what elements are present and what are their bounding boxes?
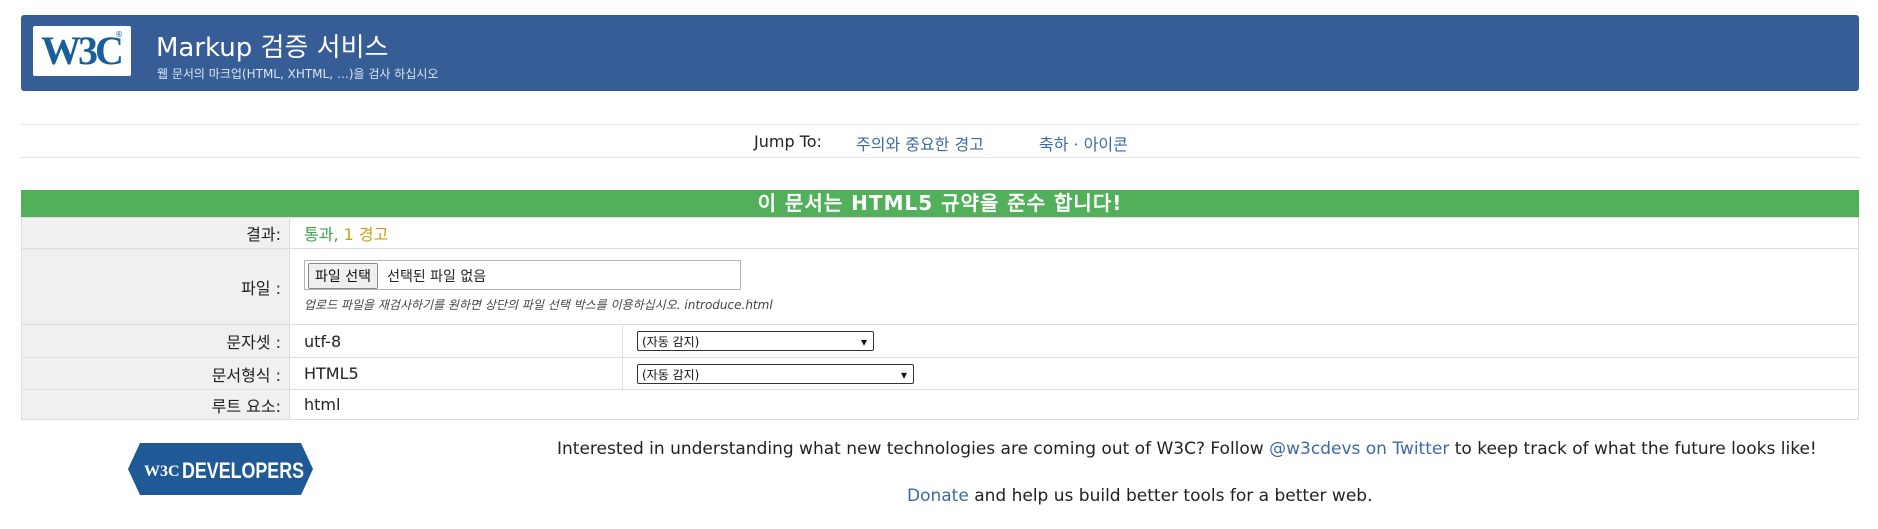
root-value: html [289, 389, 1859, 420]
file-cell: 파일 선택 선택된 파일 없음 업로드 파일을 재검사하기를 원하면 상단의 파… [289, 248, 1859, 325]
charset-select-value: (자동 감지) [642, 335, 700, 349]
page-subtitle: 웹 문서의 마크업(HTML, XHTML, …)을 검사 하십시오 [157, 67, 439, 81]
doctype-select[interactable]: (자동 감지) ▾ [637, 363, 914, 384]
charset-row: 문자셋 : utf-8 (자동 감지) ▾ [21, 324, 1859, 358]
file-row: 파일 : 파일 선택 선택된 파일 없음 업로드 파일을 재검사하기를 원하면 … [21, 248, 1859, 325]
charset-value: utf-8 [289, 324, 623, 358]
donate-link[interactable]: Donate [907, 486, 969, 506]
footer-donate-line: Donate and help us build better tools fo… [907, 486, 1372, 506]
jump-to-bar: Jump To: 주의와 중요한 경고 축하 · 아이콘 [21, 124, 1859, 158]
w3c-logo-text: W3C [41, 28, 124, 73]
chevron-down-icon: ▾ [900, 367, 907, 382]
result-table: 결과: 통과, 1 경고 파일 : 파일 선택 선택된 파일 없음 업로드 파일… [21, 217, 1859, 420]
file-status: 선택된 파일 없음 [387, 269, 487, 285]
jump-link-warnings[interactable]: 주의와 중요한 경고 [856, 131, 984, 155]
registered-icon: ® [115, 30, 123, 39]
charset-select-cell: (자동 감지) ▾ [622, 324, 1859, 358]
pass-text: 통과, [304, 225, 339, 244]
result-row: 결과: 통과, 1 경고 [21, 217, 1859, 249]
badge-w3c-text: W3C [144, 463, 180, 480]
chevron-down-icon: ▾ [860, 335, 867, 349]
jump-link-congrats[interactable]: 축하 · 아이콘 [1039, 131, 1128, 155]
doctype-select-value: (자동 감지) [642, 367, 700, 382]
w3c-developers-badge[interactable]: W3C DEVELOPERS [128, 443, 313, 495]
file-select-button[interactable]: 파일 선택 [308, 263, 378, 289]
twitter-link[interactable]: @w3cdevs on Twitter [1269, 439, 1449, 459]
result-heading: 이 문서는 HTML5 규약을 준수 합니다! [21, 190, 1859, 217]
footer-line2-post: and help us build better tools for a bet… [974, 486, 1373, 506]
jump-to-label: Jump To: [754, 132, 822, 151]
page-title: Markup 검증 서비스 [156, 33, 389, 63]
file-label: 파일 : [21, 248, 290, 325]
root-row: 루트 요소: html [21, 389, 1859, 420]
warning-count-link[interactable]: 1 경고 [344, 225, 389, 244]
footer-line1-pre: Interested in understanding what new tec… [557, 439, 1264, 459]
header-banner: W3C ® Markup 검증 서비스 웹 문서의 마크업(HTML, XHTM… [21, 15, 1859, 91]
footer-twitter-line: Interested in understanding what new tec… [557, 439, 1817, 459]
charset-label: 문자셋 : [21, 324, 290, 358]
result-value: 통과, 1 경고 [289, 217, 1859, 249]
doctype-select-cell: (자동 감지) ▾ [622, 357, 1859, 390]
badge-developers-text: DEVELOPERS [182, 458, 304, 483]
result-label: 결과: [21, 217, 290, 249]
w3c-logo[interactable]: W3C ® [33, 26, 131, 76]
charset-select[interactable]: (자동 감지) ▾ [637, 331, 874, 351]
footer-line1-post: to keep track of what the future looks l… [1454, 439, 1817, 459]
file-input[interactable]: 파일 선택 선택된 파일 없음 [304, 260, 741, 290]
root-label: 루트 요소: [21, 389, 290, 420]
doctype-value: HTML5 [289, 357, 623, 390]
file-note: 업로드 파일을 재검사하기를 원하면 상단의 파일 선택 박스를 이용하십시오.… [304, 298, 773, 312]
doctype-row: 문서형식 : HTML5 (자동 감지) ▾ [21, 357, 1859, 390]
doctype-label: 문서형식 : [21, 357, 290, 390]
